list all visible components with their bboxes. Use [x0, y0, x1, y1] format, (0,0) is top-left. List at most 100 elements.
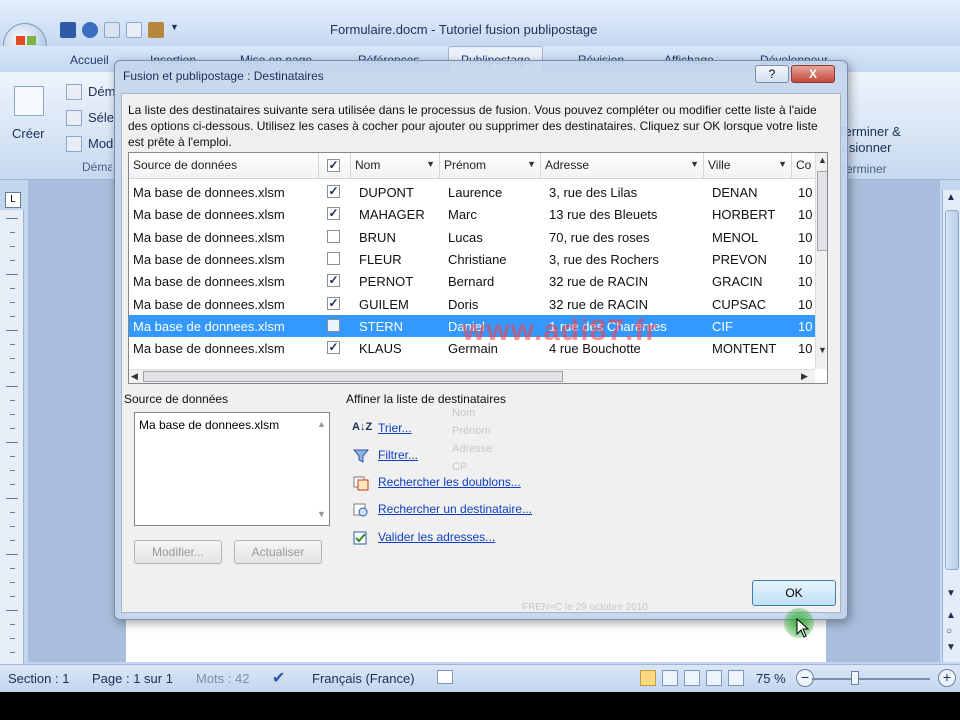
footer-note: FREN=C le 29 octobre 2010 [522, 602, 648, 613]
start-merge-button[interactable]: Démarrer la fusion et le publipostage [88, 84, 114, 99]
cell-source: Ma base de donnees.xlsm [133, 229, 285, 245]
cell-ville: CIF [712, 318, 733, 334]
macro-record-icon[interactable] [437, 670, 453, 684]
zoom-slider-handle[interactable] [850, 671, 859, 685]
recipient-checkbox[interactable] [327, 318, 340, 332]
status-words[interactable]: Mots : 42 [196, 671, 249, 686]
ok-button[interactable]: OK [752, 580, 836, 606]
cell-prenom: Bernard [448, 274, 495, 290]
save-icon[interactable] [60, 22, 76, 38]
status-page[interactable]: Page : 1 sur 1 [92, 671, 173, 686]
grid-scroll-up-icon[interactable]: ▲ [818, 155, 827, 165]
table-row[interactable]: Ma base de donnees.xlsm GUILEM Doris 32 rue… [129, 293, 815, 315]
print-icon[interactable] [126, 22, 142, 38]
create-button[interactable]: Créer [12, 126, 45, 141]
print-layout-icon[interactable] [640, 670, 656, 686]
web-layout-icon[interactable] [684, 670, 700, 686]
column-nom[interactable]: Nom ▼ [351, 153, 440, 179]
grid-vscroll-thumb[interactable] [817, 171, 827, 251]
next-page-icon[interactable]: ▼ [946, 642, 956, 653]
duplicates-link[interactable]: Rechercher les doublons... [378, 475, 521, 489]
check-icon[interactable] [104, 22, 120, 38]
zoom-slider[interactable] [812, 678, 930, 680]
cell-adresse: 3, rue des Rochers [549, 251, 659, 267]
vertical-scrollbar[interactable]: ▲ ▼ ▲ ○ ▼ [942, 190, 960, 662]
recipient-checkbox[interactable]: ✓ [327, 296, 340, 310]
ruler-tick [10, 358, 15, 359]
column-source[interactable]: Source de données [129, 153, 319, 179]
source-scroll-up-icon[interactable]: ▲ [317, 419, 326, 429]
cell-nom: PERNOT [359, 274, 414, 290]
undo-icon[interactable] [82, 22, 98, 38]
table-row[interactable]: Ma base de donnees.xlsm BRUN Lucas 70, rue … [129, 226, 815, 248]
status-language[interactable]: Français (France) [312, 671, 415, 686]
browse-object-icon[interactable]: ○ [946, 626, 952, 637]
grid-hscroll-thumb[interactable] [143, 371, 563, 382]
sort-link[interactable]: Trier... [378, 421, 412, 435]
grid-scroll-left-icon[interactable]: ◀ [131, 371, 138, 382]
select-recipients-button[interactable]: Sélectionner [88, 110, 114, 125]
status-section[interactable]: Section : 1 [8, 671, 69, 686]
column-checkbox[interactable]: ✓ [319, 153, 351, 179]
table-row[interactable]: Ma base de donnees.xlsm MAHAGER Marc 13 rue… [129, 203, 815, 225]
envelope-icon[interactable] [14, 86, 44, 116]
recipient-checkbox[interactable]: ✓ [327, 185, 340, 198]
column-ville[interactable]: Ville ▼ [704, 153, 792, 179]
spelling-check-icon[interactable]: ✔ [272, 668, 285, 688]
ruler-tick [10, 638, 15, 639]
cell-ville: MONTENT [712, 341, 777, 357]
tab-selector[interactable]: L [5, 192, 21, 208]
column-co[interactable]: Co [792, 153, 815, 179]
cell-prenom: Lucas [448, 229, 483, 245]
scrollbar-thumb[interactable] [945, 210, 959, 570]
customize-arrow-icon[interactable]: ▼ [170, 22, 180, 38]
table-row[interactable]: Ma base de donnees.xlsm DUPONT Laurence 3, … [129, 181, 815, 203]
cell-nom: DUPONT [359, 185, 414, 200]
column-adresse-dropdown-icon[interactable]: ▼ [690, 159, 699, 169]
outline-view-icon[interactable] [706, 670, 722, 686]
data-source-item[interactable]: Ma base de donnees.xlsm [139, 418, 279, 432]
scroll-up-icon[interactable]: ▲ [946, 192, 956, 203]
edit-list-button[interactable]: Modifier [88, 136, 114, 151]
previous-page-icon[interactable]: ▲ [946, 610, 956, 621]
recipient-checkbox[interactable] [327, 251, 340, 265]
recipients-grid: Source de données ✓ Nom ▼ Prénom ▼ Adresse… [128, 152, 828, 384]
tab-accueil[interactable]: Accueil [70, 53, 109, 67]
grid-vertical-scrollbar[interactable]: ▲ ▼ [815, 153, 827, 369]
zoom-level[interactable]: 75 % [756, 671, 786, 686]
validate-link[interactable]: Valider les adresses... [378, 530, 495, 544]
ruler-tick [10, 344, 15, 345]
column-adresse-label: Adresse [545, 158, 590, 172]
data-source-list[interactable]: Ma base de donnees.xlsm ▲ ▼ [134, 412, 330, 526]
close-button[interactable]: X [791, 65, 835, 83]
modify-source-button[interactable]: Modifier... [134, 540, 222, 564]
table-row[interactable]: Ma base de donnees.xlsm PERNOT Bernard 32 r… [129, 270, 815, 292]
scroll-down-icon[interactable]: ▼ [946, 588, 956, 599]
data-source-scrollbar[interactable]: ▲ ▼ [315, 417, 327, 521]
column-prenom-dropdown-icon[interactable]: ▼ [527, 159, 536, 169]
cell-nom: FLEUR [359, 251, 402, 267]
find-recipient-link[interactable]: Rechercher un destinataire... [378, 502, 532, 516]
full-screen-reading-icon[interactable] [662, 670, 678, 686]
recipient-checkbox[interactable]: ✓ [327, 274, 340, 288]
recipient-checkbox[interactable] [327, 229, 340, 243]
grid-horizontal-scrollbar[interactable]: ◀ ▶ [129, 369, 815, 383]
column-nom-dropdown-icon[interactable]: ▼ [426, 159, 435, 169]
table-row[interactable]: Ma base de donnees.xlsm FLEUR Christiane 3,… [129, 248, 815, 270]
zoom-in-icon[interactable]: + [938, 669, 956, 687]
recipient-checkbox[interactable]: ✓ [327, 207, 340, 221]
format-painter-icon[interactable] [148, 22, 164, 38]
filter-link[interactable]: Filtrer... [378, 448, 418, 462]
source-scroll-down-icon[interactable]: ▼ [317, 509, 326, 519]
refresh-button[interactable]: Actualiser [234, 540, 322, 564]
grid-scroll-down-icon[interactable]: ▼ [818, 345, 827, 355]
grid-scroll-right-icon[interactable]: ▶ [801, 371, 808, 382]
ruler-tick [10, 652, 15, 653]
column-prenom[interactable]: Prénom ▼ [440, 153, 541, 179]
select-all-checkbox[interactable]: ✓ [327, 159, 340, 172]
recipient-checkbox[interactable]: ✓ [327, 341, 340, 355]
column-adresse[interactable]: Adresse ▼ [541, 153, 704, 179]
help-button[interactable]: ? [755, 65, 789, 83]
draft-view-icon[interactable] [728, 670, 744, 686]
column-ville-dropdown-icon[interactable]: ▼ [778, 159, 787, 169]
